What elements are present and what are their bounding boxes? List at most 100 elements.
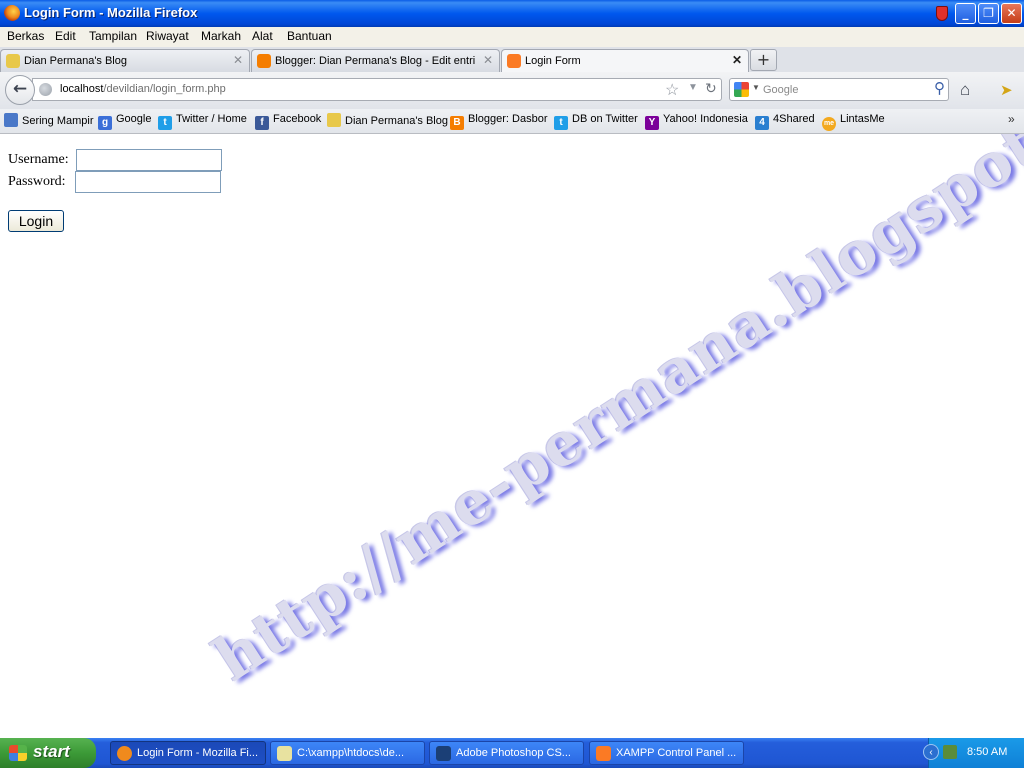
tab-close-icon[interactable]: ✕ <box>483 53 493 67</box>
menu-item-alat[interactable]: Alat <box>252 29 273 43</box>
xampp-icon <box>507 54 521 68</box>
globe-icon <box>39 83 52 96</box>
lintasme-icon: me <box>822 117 836 131</box>
windows-flag-icon <box>9 745 27 761</box>
bookmark-4shared[interactable]: 4 4Shared <box>755 113 815 130</box>
tab-close-icon[interactable]: ✕ <box>233 53 243 67</box>
navigation-bar: localhost/devildian/login_form.php ☆ ▼ ↻… <box>0 72 1024 110</box>
password-input[interactable] <box>75 171 221 193</box>
maximize-button[interactable]: ❐ <box>978 3 999 24</box>
tray-app-icon[interactable] <box>943 745 957 759</box>
search-box: ▼ ⚲ <box>729 78 949 101</box>
url-dropdown-icon[interactable]: ▼ <box>688 82 698 93</box>
bookmark-facebook[interactable]: f Facebook <box>255 113 321 130</box>
search-icon[interactable]: ⚲ <box>934 79 945 97</box>
minimize-button[interactable]: _ <box>955 3 976 24</box>
menu-item-markah[interactable]: Markah <box>201 29 241 43</box>
show-hidden-icons-icon[interactable]: ‹ <box>923 744 939 760</box>
google-icon[interactable] <box>734 82 749 97</box>
taskbar-item-label: Adobe Photoshop CS... <box>456 747 571 759</box>
system-tray: ‹ 8:50 AM <box>923 738 1024 768</box>
bookmark-label: Sering Mampir <box>22 115 94 127</box>
firefox-icon <box>117 746 132 761</box>
clock[interactable]: 8:50 AM <box>967 746 1007 758</box>
twitter-icon: t <box>158 116 172 130</box>
tab-label: Login Form <box>525 55 581 67</box>
firefox-icon[interactable] <box>4 5 20 21</box>
bookmark-label: Blogger: Dasbor <box>468 113 548 125</box>
menu-item-edit[interactable]: Edit <box>55 29 76 43</box>
home-icon[interactable]: ⌂ <box>960 80 970 100</box>
watermark-text: http://me-permana.blogspot.com <box>202 134 1024 696</box>
tab-label: Dian Permana's Blog <box>24 55 127 67</box>
tab-label: Blogger: Dian Permana's Blog - Edit entr… <box>275 55 475 67</box>
tab-close-icon[interactable]: ✕ <box>732 53 742 67</box>
start-label: start <box>33 742 70 761</box>
tab-blogger-edit-entri[interactable]: Blogger: Dian Permana's Blog - Edit entr… <box>251 49 500 72</box>
password-label: Password: <box>8 174 66 189</box>
bookmark-label: Yahoo! Indonesia <box>663 113 748 125</box>
facebook-icon: f <box>255 116 269 130</box>
more-bookmarks-chevron-icon[interactable]: » <box>1008 112 1015 126</box>
url-bar[interactable]: localhost/devildian/login_form.php ☆ ▼ ↻ <box>32 78 722 101</box>
taskbar-item-label: C:\xampp\htdocs\de... <box>297 747 404 759</box>
tab-bar: Dian Permana's Blog ✕ Blogger: Dian Perm… <box>0 47 1024 73</box>
login-button[interactable]: Login <box>8 210 64 232</box>
notepad-icon <box>277 746 292 761</box>
bookmark-blogger-dasbor[interactable]: B Blogger: Dasbor <box>450 113 548 130</box>
menu-item-riwayat[interactable]: Riwayat <box>146 29 189 43</box>
taskbar-item-firefox[interactable]: Login Form - Mozilla Fi... <box>110 741 266 765</box>
bookmark-yahoo-indonesia[interactable]: Y Yahoo! Indonesia <box>645 113 748 130</box>
bookmark-sering-mampir[interactable]: Sering Mampir <box>4 113 94 127</box>
cursor-icon[interactable]: ➤ <box>1000 81 1013 99</box>
taskbar: start Login Form - Mozilla Fi... C:\xamp… <box>0 738 1024 768</box>
yahoo-icon: Y <box>645 116 659 130</box>
bookmark-label: Facebook <box>273 113 322 125</box>
rss-icon <box>4 113 18 127</box>
bookmark-twitter-home[interactable]: t Twitter / Home <box>158 113 247 130</box>
4shared-icon: 4 <box>755 116 769 130</box>
search-engine-dropdown-icon[interactable]: ▼ <box>752 83 760 92</box>
page-content: Username: Password: Login http://me-perm… <box>0 134 1024 738</box>
menu-bar: Berkas Edit Tampilan Riwayat Markah Alat… <box>0 27 1024 48</box>
tab-login-form[interactable]: Login Form ✕ <box>501 49 749 73</box>
url-text[interactable]: localhost/devildian/login_form.php <box>60 83 226 95</box>
taskbar-item-label: XAMPP Control Panel ... <box>616 747 737 759</box>
menu-item-berkas[interactable]: Berkas <box>7 29 44 43</box>
search-input[interactable] <box>763 81 923 98</box>
bookmark-label: Google <box>116 113 152 125</box>
username-input[interactable] <box>76 149 222 171</box>
bookmark-dian-permanas-blog[interactable]: Dian Permana's Blog <box>327 113 448 127</box>
new-tab-button[interactable]: + <box>750 49 777 71</box>
menu-item-bantuan[interactable]: Bantuan <box>287 29 332 43</box>
taskbar-item-label: Login Form - Mozilla Fi... <box>137 747 259 759</box>
google-icon: g <box>98 116 112 130</box>
window-titlebar: Login Form - Mozilla Firefox _ ❐ ✕ <box>0 0 1024 27</box>
bookmark-star-icon[interactable]: ☆ <box>665 80 679 100</box>
taskbar-item-xampp[interactable]: XAMPP Control Panel ... <box>589 741 744 765</box>
tab-dian-permanas-blog[interactable]: Dian Permana's Blog ✕ <box>0 49 250 72</box>
menu-item-tampilan[interactable]: Tampilan <box>89 29 137 43</box>
bookmarks-bar: Sering Mampir g Google t Twitter / Home fF… <box>0 109 1024 134</box>
url-path: /devildian/login_form.php <box>103 83 226 95</box>
photoshop-icon <box>436 746 451 761</box>
username-label: Username: <box>8 152 69 167</box>
pencil-icon <box>327 113 341 127</box>
start-button[interactable]: start <box>0 738 96 768</box>
bookmark-google[interactable]: g Google <box>98 113 151 130</box>
taskbar-item-notepad[interactable]: C:\xampp\htdocs\de... <box>270 741 425 765</box>
reload-icon[interactable]: ↻ <box>705 80 717 97</box>
bookmark-lintasme[interactable]: me LintasMe <box>822 113 885 131</box>
back-button[interactable]: ← <box>5 75 35 105</box>
taskbar-item-photoshop[interactable]: Adobe Photoshop CS... <box>429 741 584 765</box>
blogger-icon: B <box>450 116 464 130</box>
bookmark-label: LintasMe <box>840 113 885 125</box>
bookmark-label: 4Shared <box>773 113 815 125</box>
pencil-icon <box>6 54 20 68</box>
shield-icon <box>936 6 948 21</box>
close-button[interactable]: ✕ <box>1001 3 1022 24</box>
xampp-icon <box>596 746 611 761</box>
url-host: localhost <box>60 83 104 95</box>
bookmark-label: Twitter / Home <box>176 113 247 125</box>
bookmark-db-on-twitter[interactable]: t DB on Twitter <box>554 113 638 130</box>
